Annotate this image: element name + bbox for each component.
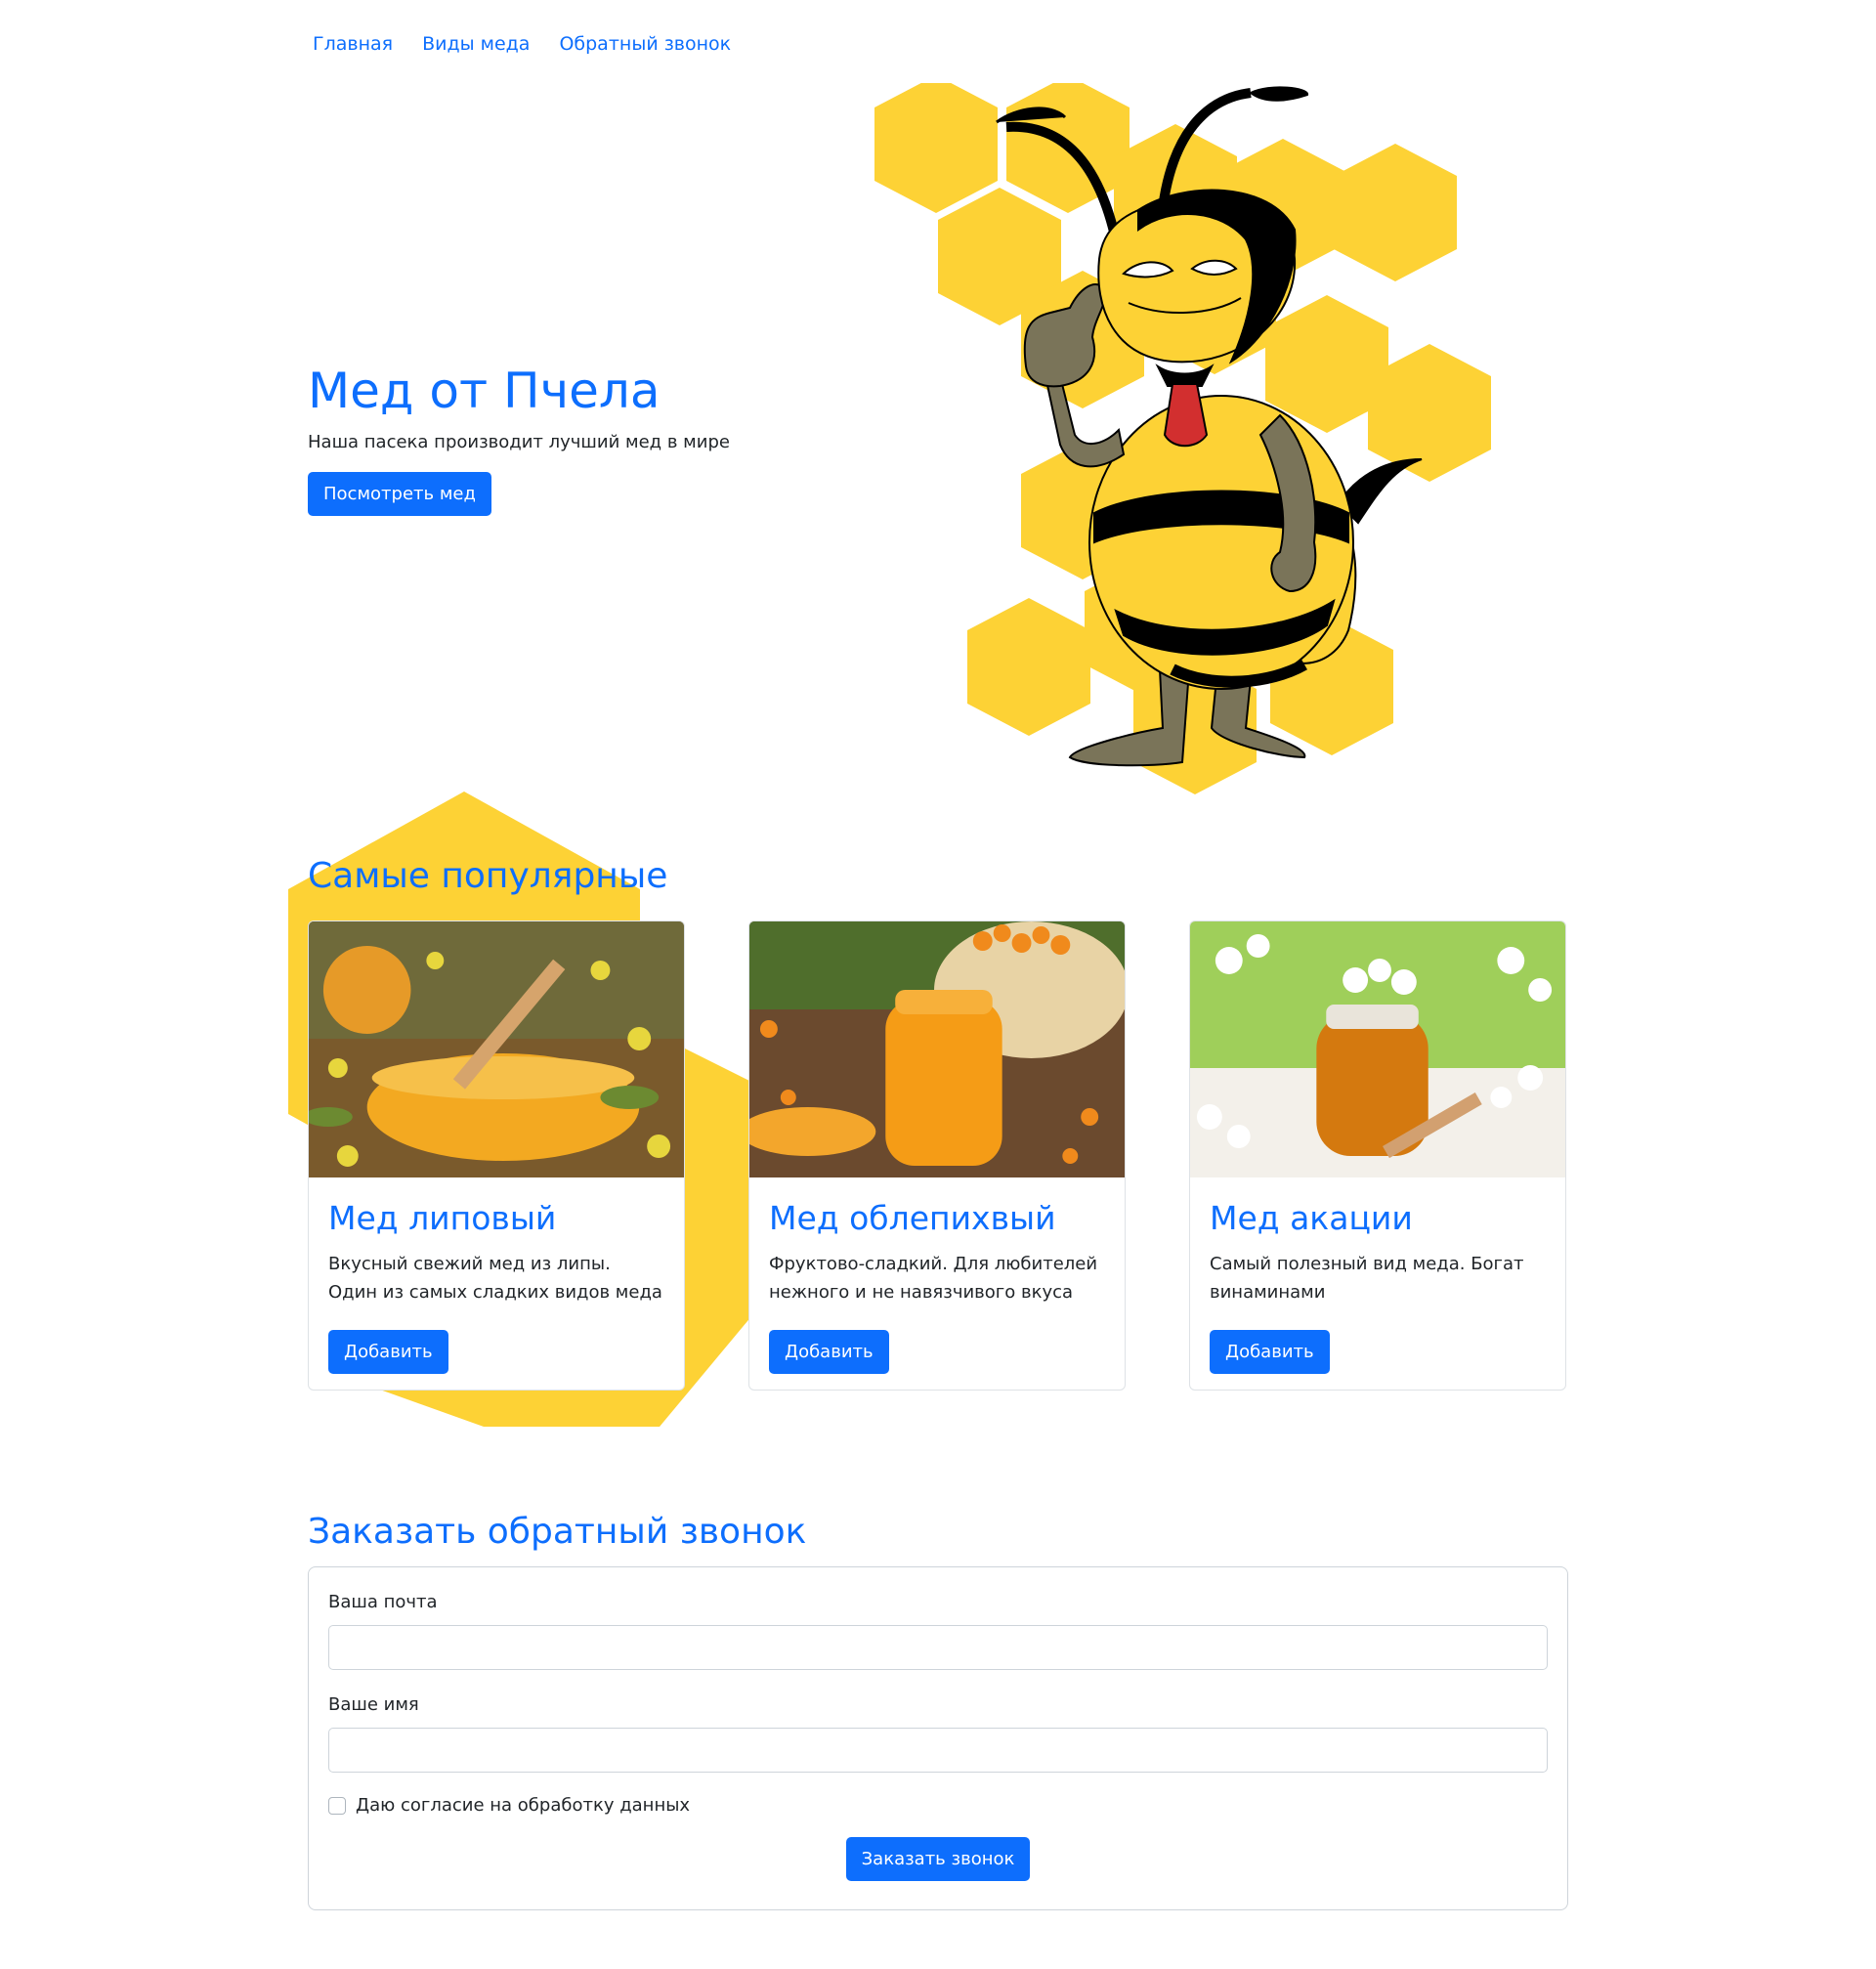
email-label: Ваша почта <box>328 1592 438 1612</box>
bee-mascot-illustration <box>874 83 1491 794</box>
add-acacia-honey-button[interactable]: Добавить <box>1210 1329 1330 1374</box>
hero-subtitle: Наша пасека производит лучший мед в мире <box>308 432 730 452</box>
nav-link-home[interactable]: Главная <box>303 27 412 61</box>
card-text: Фруктово-сладкий. Для любителей нежного … <box>769 1253 1098 1304</box>
callback-section-title: Заказать обратный звонок <box>308 1512 807 1552</box>
consent-checkbox[interactable] <box>328 1796 346 1815</box>
card-text: Вкусный свежий мед из липы. Один из самы… <box>328 1253 662 1304</box>
add-sea-buckthorn-honey-button[interactable]: Добавить <box>769 1329 889 1374</box>
name-label: Ваше имя <box>328 1694 419 1715</box>
card-text: Самый полезный вид меда. Богат винаминам… <box>1210 1253 1524 1304</box>
card-title: Мед акации <box>1210 1199 1413 1237</box>
honey-card-linden: Мед липовый Вкусный свежий мед из липы. … <box>308 920 685 1391</box>
callback-form: Ваша почта Ваше имя Даю согласие на обра… <box>308 1566 1568 1910</box>
email-field[interactable] <box>328 1625 1548 1670</box>
honey-card-sea-buckthorn: Мед облепихвый Фруктово-сладкий. Для люб… <box>748 920 1126 1391</box>
honey-cards: Мед липовый Вкусный свежий мед из липы. … <box>308 920 1568 1391</box>
submit-wrap: Заказать звонок <box>328 1837 1548 1882</box>
nav-link-callback[interactable]: Обратный звонок <box>549 27 750 61</box>
add-linden-honey-button[interactable]: Добавить <box>328 1329 448 1374</box>
order-call-button[interactable]: Заказать звонок <box>845 1837 1031 1882</box>
popular-section-title: Самые популярные <box>308 856 668 896</box>
card-title: Мед облепихвый <box>769 1199 1056 1237</box>
hero: Мед от Пчела Наша пасека производит лучш… <box>308 362 816 517</box>
linden-honey-image <box>309 921 684 1177</box>
card-title: Мед липовый <box>328 1199 557 1237</box>
consent-row: Даю согласие на обработку данных <box>328 1795 1548 1816</box>
card-body: Мед акации Самый полезный вид меда. Бога… <box>1190 1177 1565 1390</box>
sea-buckthorn-honey-image <box>749 921 1125 1177</box>
card-body: Мед облепихвый Фруктово-сладкий. Для люб… <box>749 1177 1125 1390</box>
card-body: Мед липовый Вкусный свежий мед из липы. … <box>309 1177 684 1390</box>
acacia-honey-image <box>1190 921 1565 1177</box>
name-field[interactable] <box>328 1728 1548 1773</box>
honey-card-acacia: Мед акации Самый полезный вид меда. Бога… <box>1189 920 1566 1391</box>
hero-title: Мед от Пчела <box>308 363 661 419</box>
top-nav: Главная Виды меда Обратный звонок <box>303 27 750 61</box>
view-honey-button[interactable]: Посмотреть мед <box>308 472 491 517</box>
nav-link-honey-types[interactable]: Виды меда <box>412 27 549 61</box>
consent-label: Даю согласие на обработку данных <box>356 1795 691 1816</box>
